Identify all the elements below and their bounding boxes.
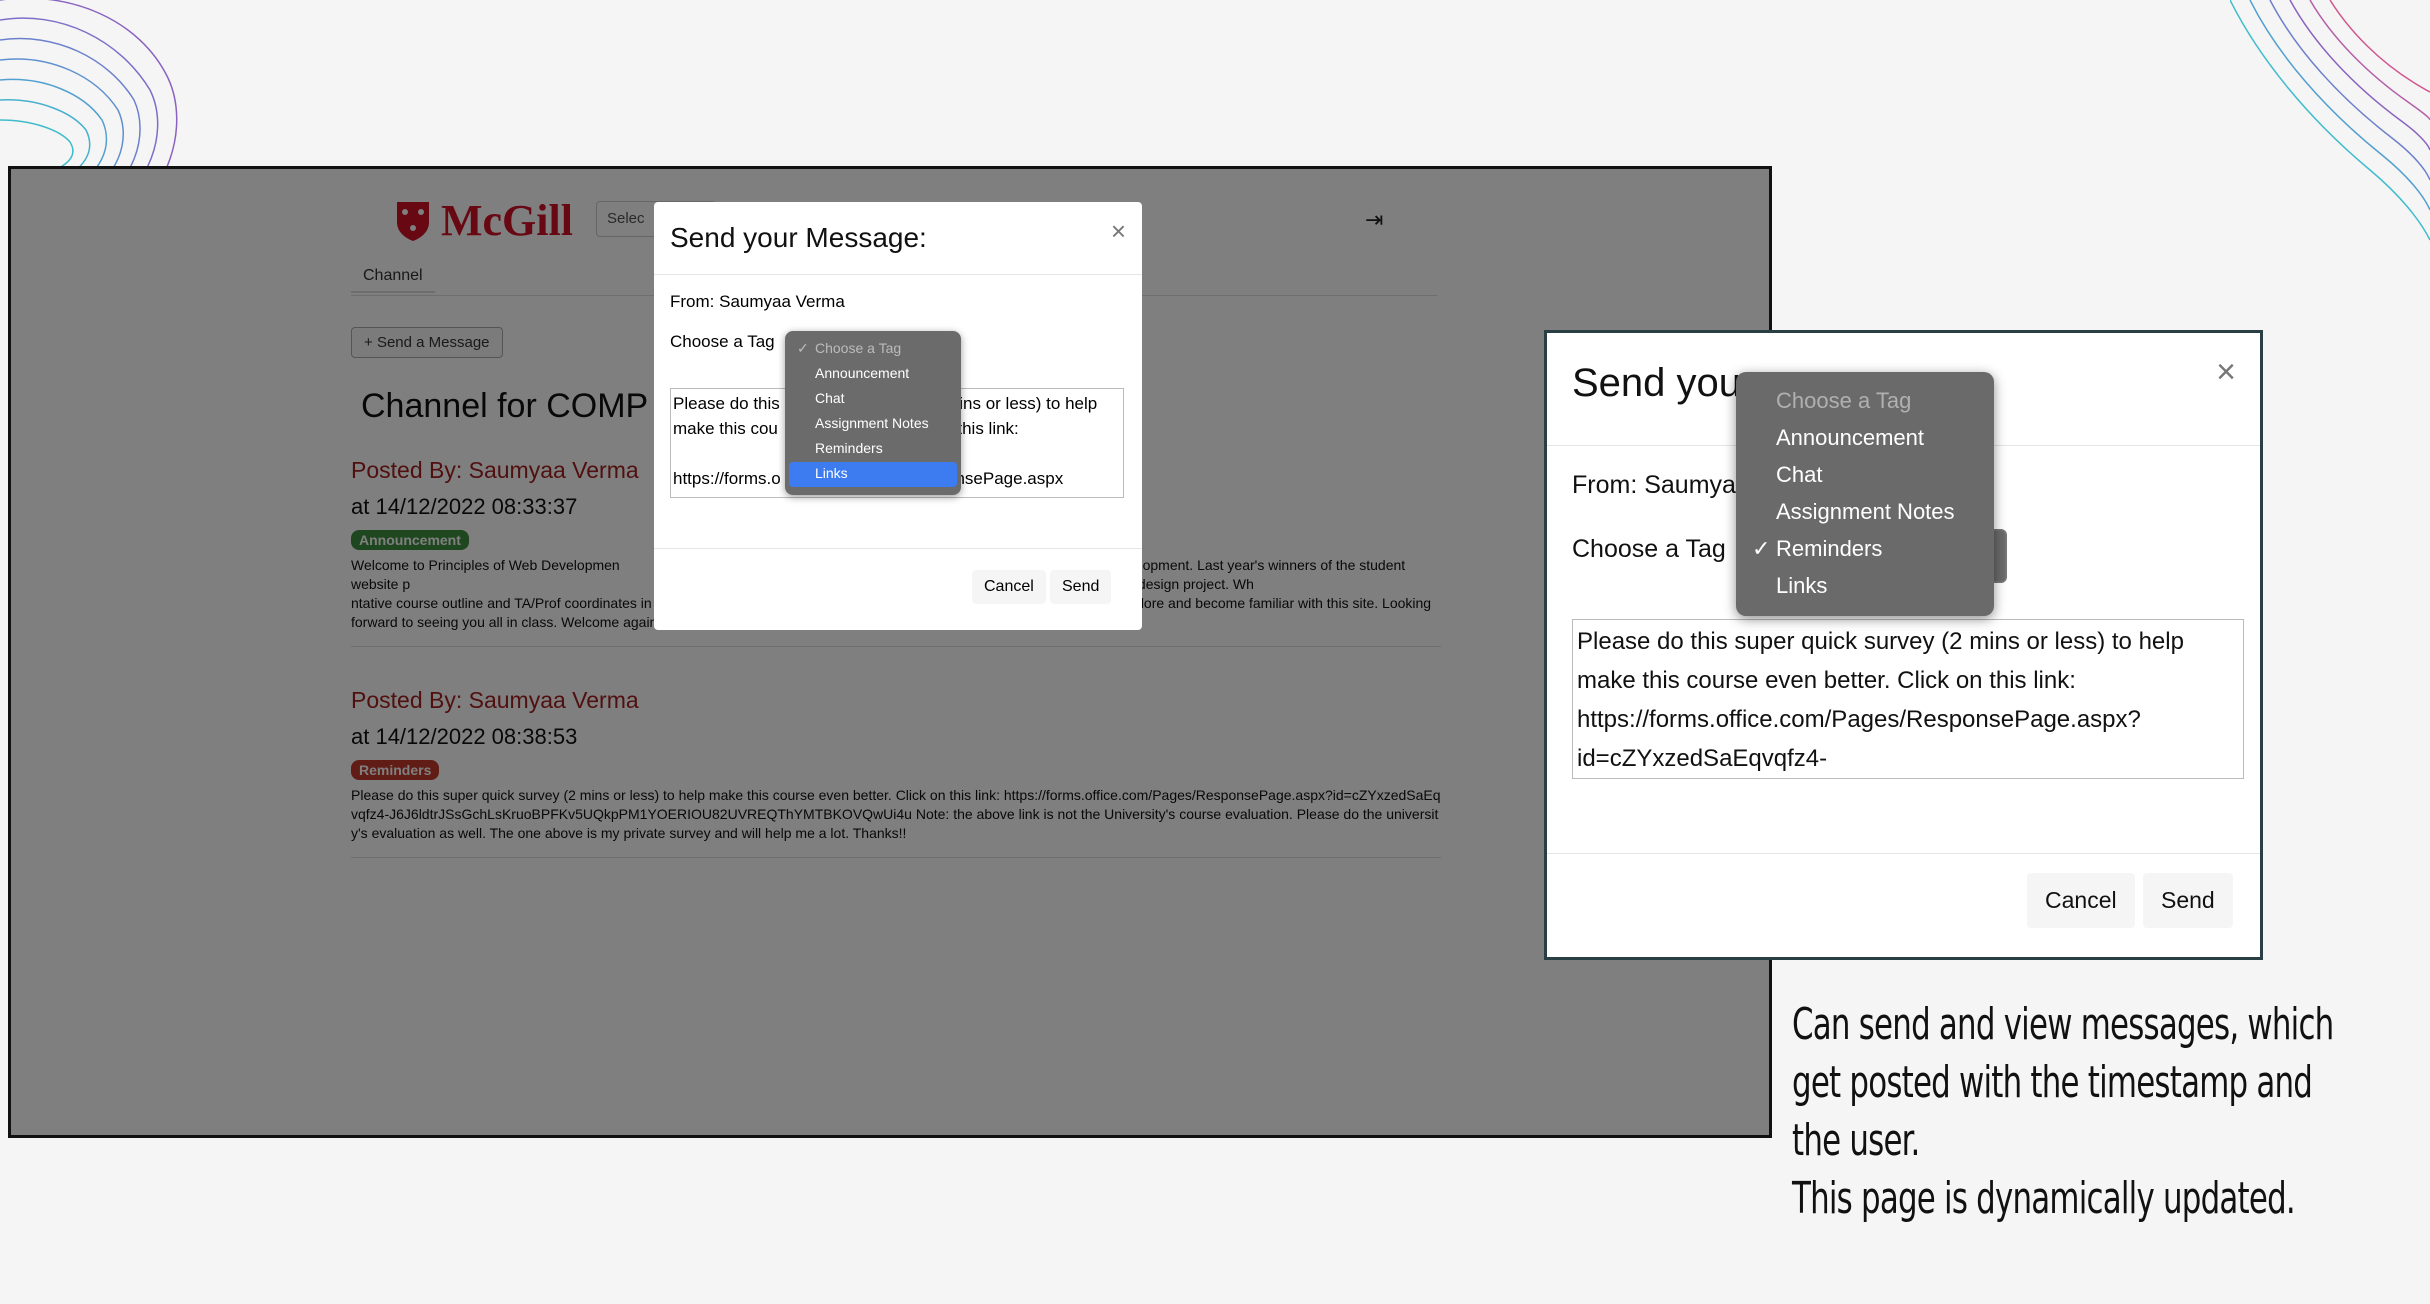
tag-dropdown-menu: ✓ Choose a Tag Announcement Chat Assignme… — [785, 331, 961, 495]
tag-option[interactable]: Choose a Tag — [1744, 384, 1986, 421]
tag-option[interactable]: Links — [1744, 569, 1986, 606]
close-icon[interactable]: × — [2216, 353, 2236, 392]
cancel-button[interactable]: Cancel — [972, 570, 1046, 604]
tag-option[interactable]: Assignment Notes — [1744, 495, 1986, 532]
from-label: From: Saumya — [1572, 471, 1736, 499]
cancel-button[interactable]: Cancel — [2027, 873, 2135, 928]
tag-option[interactable]: ✓ Choose a Tag — [789, 337, 957, 362]
caption-line: get posted with the timestamp and — [1792, 1057, 2313, 1108]
modal-footer-divider — [1547, 853, 2260, 854]
modal-footer-divider — [654, 548, 1142, 549]
tag-option[interactable]: Reminders — [789, 437, 957, 462]
tag-option[interactable]: Announcement — [789, 362, 957, 387]
message-textarea[interactable]: Please do this super quick survey (2 min… — [1572, 619, 2244, 779]
tag-option-selected[interactable]: ✓ Reminders — [1744, 532, 1986, 569]
slide-caption: Can send and view messages, which get po… — [1792, 996, 2422, 1228]
send-button[interactable]: Send — [1050, 570, 1112, 604]
tag-dropdown-menu: Choose a Tag Announcement Chat Assignmen… — [1736, 372, 1994, 616]
tag-option[interactable]: Chat — [789, 387, 957, 412]
caption-line: This page is dynamically updated. — [1792, 1173, 2296, 1224]
modal-header-divider — [654, 274, 1142, 275]
close-icon[interactable]: × — [1111, 216, 1126, 247]
caption-line: the user. — [1792, 1115, 1920, 1166]
choose-tag-label: Choose a Tag — [1572, 535, 1726, 563]
modal-title: Send your Message: — [670, 222, 927, 253]
checkmark-icon: ✓ — [797, 340, 809, 356]
tag-option-highlighted[interactable]: Links — [789, 462, 957, 487]
from-label: From: Saumyaa Verma — [670, 292, 845, 311]
tag-option[interactable]: Assignment Notes — [789, 412, 957, 437]
choose-tag-label: Choose a Tag — [670, 332, 775, 351]
tag-option[interactable]: Chat — [1744, 458, 1986, 495]
modal-title: Send you — [1572, 361, 1742, 405]
decorative-lines-top-right — [2230, 0, 2430, 241]
checkmark-icon: ✓ — [1752, 536, 1771, 561]
app-screenshot: McGill Selec ⇥ Channel + Send a Message … — [8, 166, 1772, 1138]
caption-line: Can send and view messages, which — [1792, 999, 2334, 1050]
tag-option[interactable]: Announcement — [1744, 421, 1986, 458]
send-button[interactable]: Send — [2143, 873, 2233, 928]
